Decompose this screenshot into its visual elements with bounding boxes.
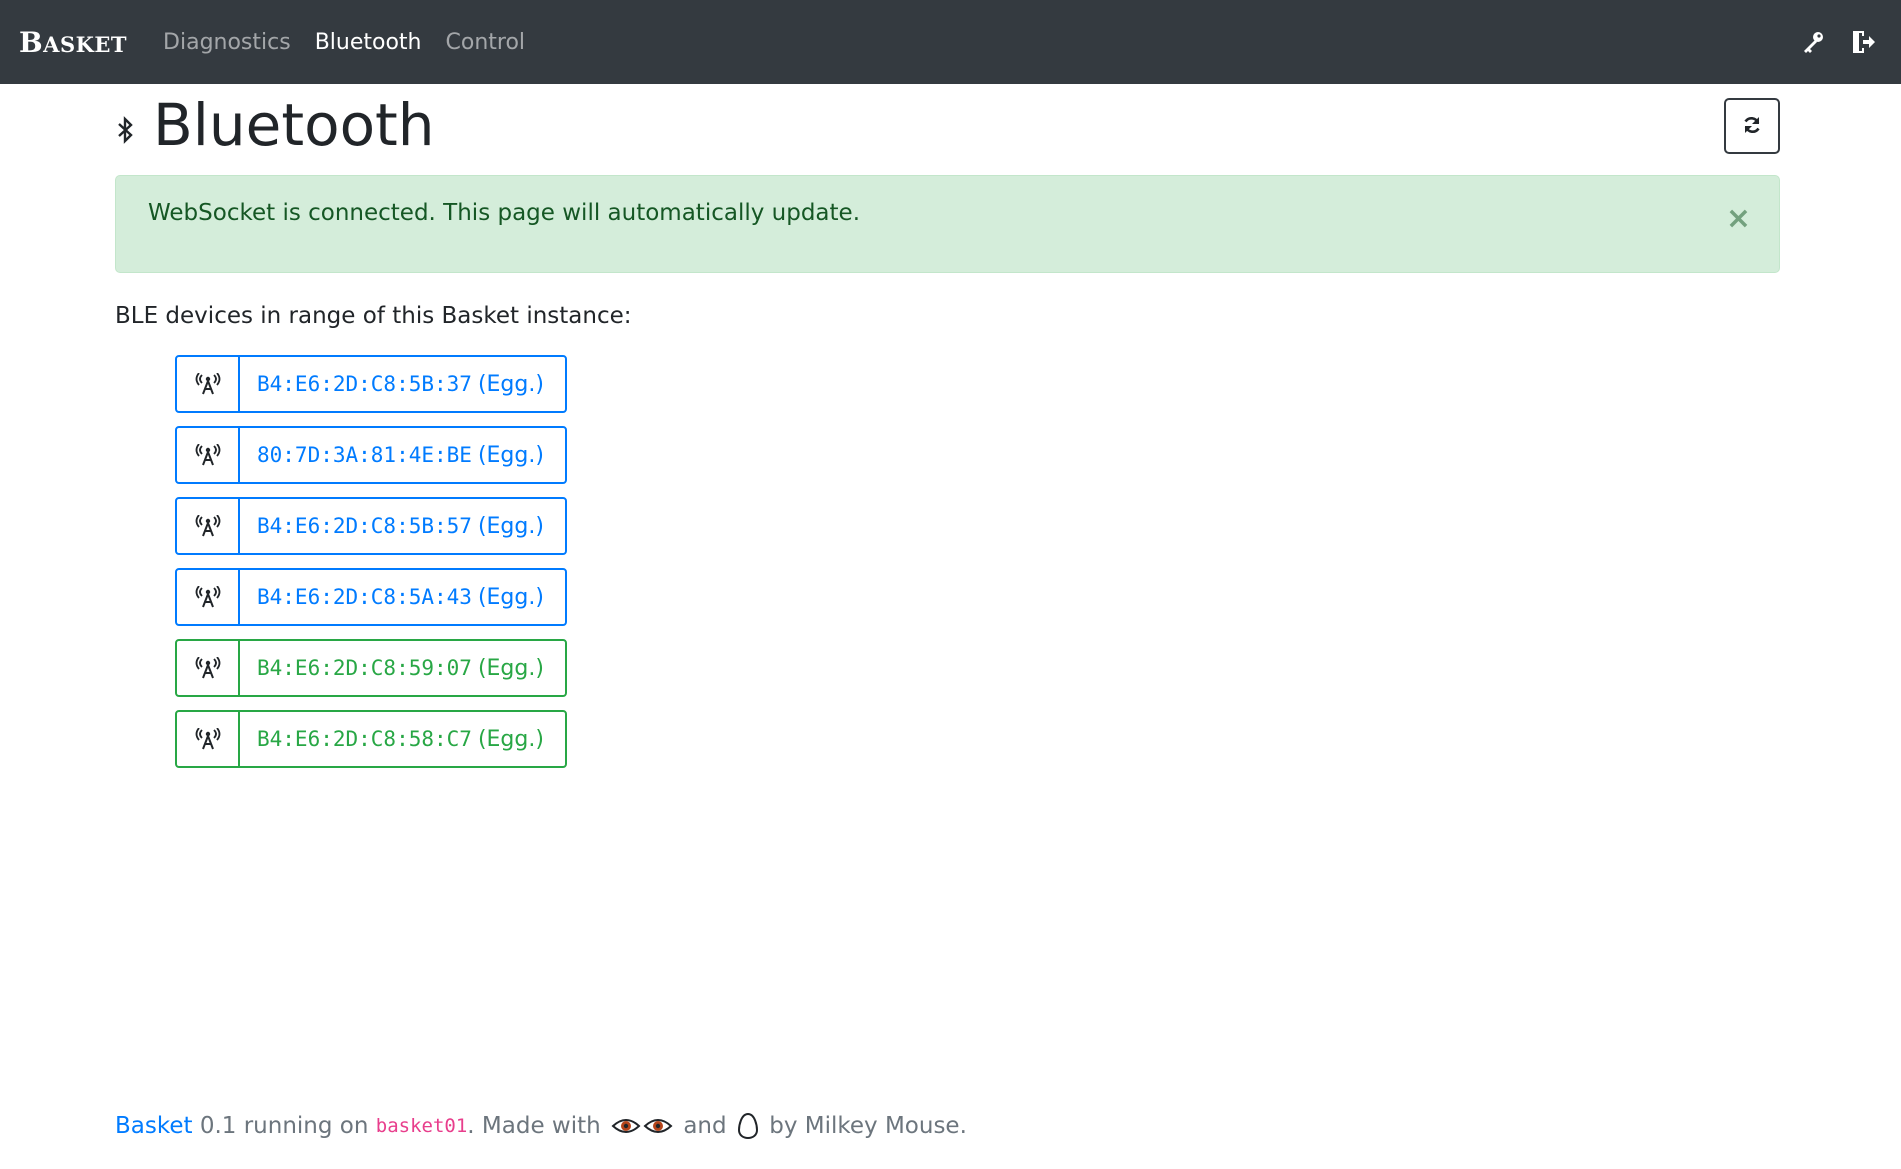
broadcast-tower-icon (177, 499, 240, 553)
eyes-icon (611, 1114, 673, 1138)
device-label: 80:7D:3A:81:4E:BE (Egg.) (240, 428, 544, 482)
device-kind: (Egg.) (477, 442, 544, 468)
device-button[interactable]: B4:E6:2D:C8:5B:57 (Egg.) (175, 497, 567, 555)
device-mac: 80:7D:3A:81:4E:BE (257, 443, 472, 467)
device-label: B4:E6:2D:C8:58:C7 (Egg.) (240, 712, 544, 766)
device-mac: B4:E6:2D:C8:58:C7 (257, 727, 472, 751)
page-header: Bluetooth (115, 84, 1780, 175)
main-container: Bluetooth WebSocket is connected. This p… (115, 84, 1780, 781)
top-navbar: BASKET Diagnostics Bluetooth Control (0, 0, 1901, 84)
broadcast-tower-icon (177, 428, 240, 482)
device-kind: (Egg.) (477, 655, 544, 681)
device-kind: (Egg.) (477, 584, 544, 610)
refresh-icon (1742, 115, 1762, 138)
device-mac: B4:E6:2D:C8:5A:43 (257, 585, 472, 609)
egg-icon (737, 1112, 759, 1140)
broadcast-tower-icon (177, 357, 240, 411)
host-name: basket01 (375, 1115, 468, 1137)
alert-close-button[interactable]: × (1726, 204, 1751, 234)
nav-link-bluetooth[interactable]: Bluetooth (315, 30, 422, 55)
broadcast-tower-icon (177, 712, 240, 766)
device-label: B4:E6:2D:C8:5B:57 (Egg.) (240, 499, 544, 553)
refresh-button[interactable] (1724, 98, 1780, 154)
page-footer: Basket 0.1 running on basket01 . Made wi… (115, 1112, 967, 1140)
device-label: B4:E6:2D:C8:59:07 (Egg.) (240, 641, 544, 695)
brand-logo[interactable]: BASKET (19, 26, 127, 59)
alert-message: WebSocket is connected. This page will a… (148, 200, 861, 226)
device-kind: (Egg.) (477, 726, 544, 752)
device-kind: (Egg.) (477, 513, 544, 539)
device-button[interactable]: B4:E6:2D:C8:5B:37 (Egg.) (175, 355, 567, 413)
device-mac: B4:E6:2D:C8:59:07 (257, 656, 472, 680)
and-text: and (676, 1113, 734, 1139)
device-list: B4:E6:2D:C8:5B:37 (Egg.) 80:7D:3A:81:4E:B… (175, 355, 1780, 768)
device-button[interactable]: 80:7D:3A:81:4E:BE (Egg.) (175, 426, 567, 484)
sign-out-icon[interactable] (1850, 29, 1876, 55)
device-mac: B4:E6:2D:C8:5B:37 (257, 372, 472, 396)
bluetooth-icon (115, 115, 139, 146)
author-text: by Milkey Mouse. (761, 1113, 967, 1139)
nav-link-diagnostics[interactable]: Diagnostics (163, 30, 291, 55)
version-text: 0.1 running on (192, 1113, 376, 1139)
navbar-actions (1800, 29, 1882, 55)
device-kind: (Egg.) (477, 371, 544, 397)
nav-link-control[interactable]: Control (446, 30, 526, 55)
page-title: Bluetooth (115, 93, 435, 158)
key-icon[interactable] (1800, 29, 1826, 55)
device-button[interactable]: B4:E6:2D:C8:59:07 (Egg.) (175, 639, 567, 697)
broadcast-tower-icon (177, 570, 240, 624)
device-button[interactable]: B4:E6:2D:C8:58:C7 (Egg.) (175, 710, 567, 768)
device-label: B4:E6:2D:C8:5A:43 (Egg.) (240, 570, 544, 624)
device-label: B4:E6:2D:C8:5B:37 (Egg.) (240, 357, 544, 411)
devices-intro: BLE devices in range of this Basket inst… (115, 303, 632, 329)
websocket-alert: WebSocket is connected. This page will a… (115, 175, 1780, 273)
broadcast-tower-icon (177, 641, 240, 695)
device-button[interactable]: B4:E6:2D:C8:5A:43 (Egg.) (175, 568, 567, 626)
device-mac: B4:E6:2D:C8:5B:57 (257, 514, 472, 538)
made-with-text: . Made with (467, 1113, 609, 1139)
basket-link[interactable]: Basket (115, 1113, 193, 1139)
